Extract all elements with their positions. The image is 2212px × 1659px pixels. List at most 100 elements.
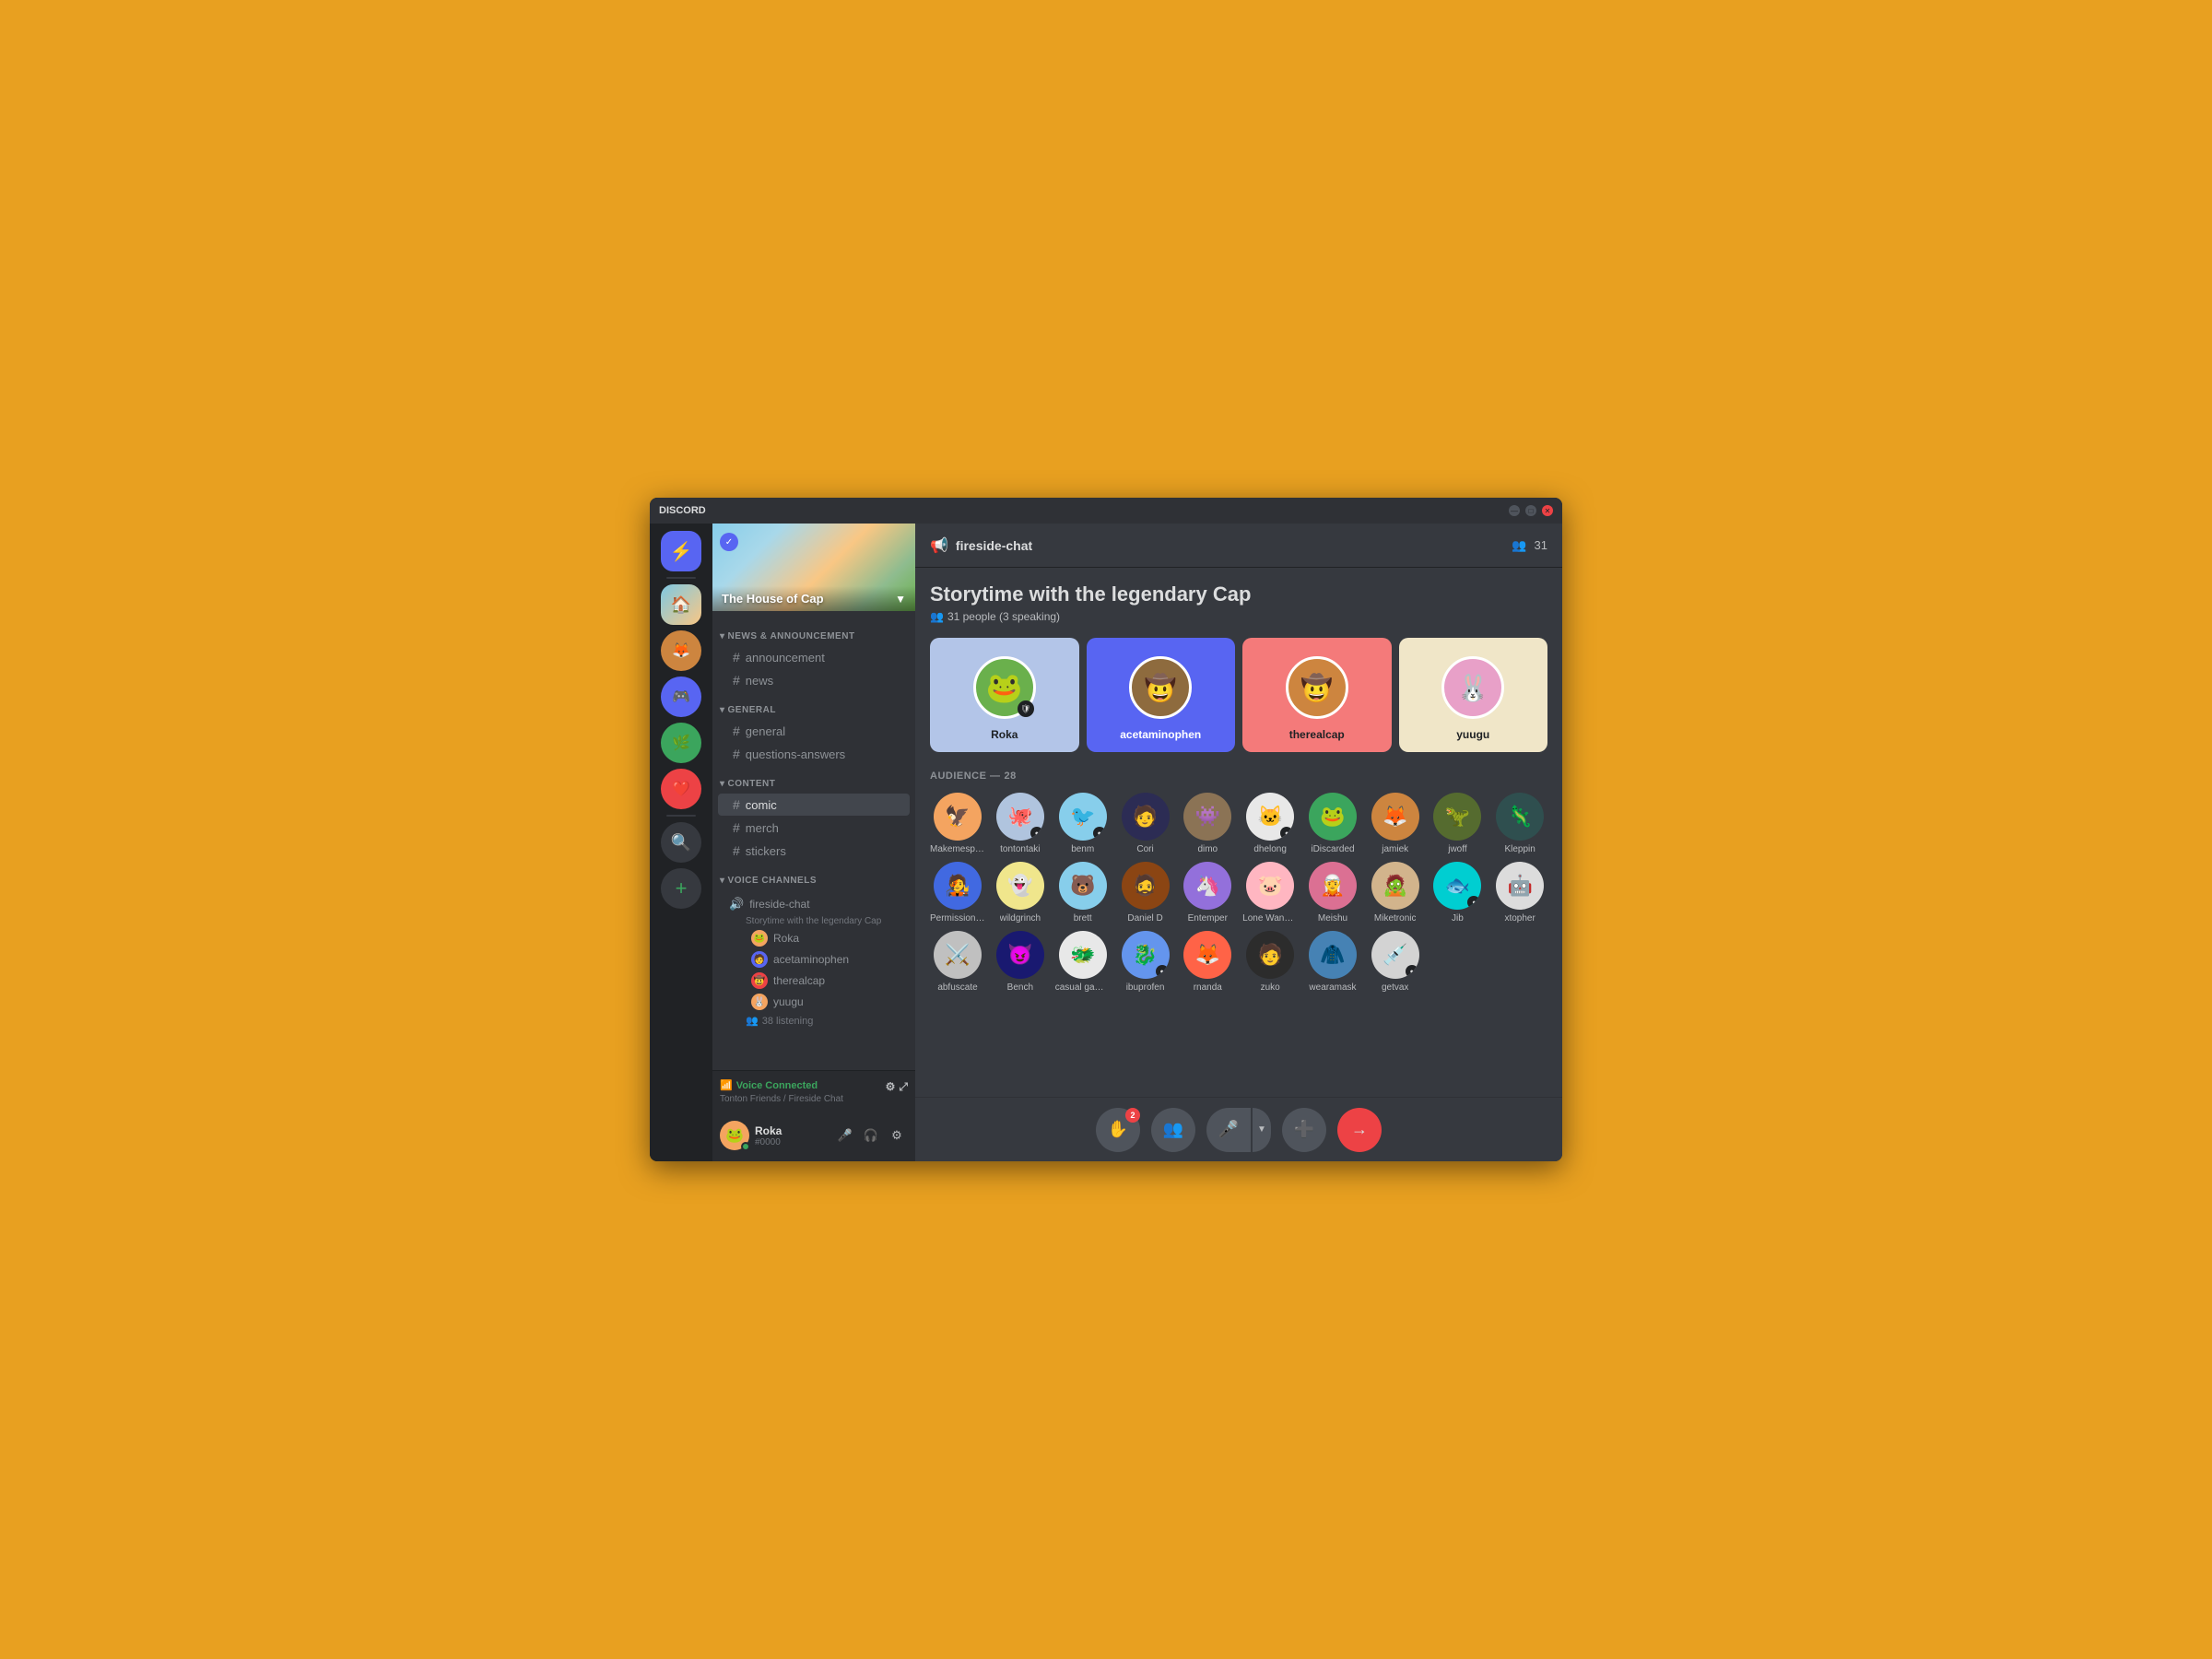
server-icon-3[interactable]: 🌿 [661,723,701,763]
audience-avatar: 🦎 [1496,793,1544,841]
channel-stickers[interactable]: # stickers [718,840,910,862]
voice-connected-banner: 📶 Voice Connected ⚙ ⤢ Tonton Friends / F… [712,1070,915,1110]
voice-settings-icon[interactable]: ⚙ [886,1080,896,1094]
voice-user-name-acetaminophen: acetaminophen [773,953,849,966]
audience-member[interactable]: 🦄 Entemper [1180,862,1235,924]
channel-general[interactable]: # general [718,720,910,742]
audience-avatar: 💉 ● [1371,931,1419,979]
server-icon-4[interactable]: ❤️ [661,769,701,809]
category-voice-channels[interactable]: ▾ VOICE CHANNELS [712,863,915,889]
members-button[interactable]: 👥 [1151,1108,1195,1152]
voice-user-name-yuugu: yuugu [773,995,804,1008]
voice-channel-fireside: 🔊 fireside-chat Storytime with the legen… [712,893,915,1029]
channel-news[interactable]: # news [718,669,910,691]
speaker-card-yuugu: 🐰 yuugu [1399,638,1548,752]
raise-hand-button[interactable]: ✋ 2 [1096,1108,1140,1152]
audience-member[interactable]: 👾 dimo [1180,793,1235,854]
audience-member[interactable]: ⚔️ abfuscate [930,931,985,993]
deafen-button[interactable]: 🎧 [860,1124,882,1147]
audience-member[interactable]: 🐉 ● ibuprofen [1118,931,1173,993]
channel-merch[interactable]: # merch [718,817,910,839]
explore-servers-button[interactable]: 🔍 [661,822,701,863]
audience-status-badge: ● [1467,896,1480,909]
category-news-announcement[interactable]: ▾ NEWS & ANNOUNCEMENT [712,618,915,645]
channel-name: news [746,674,773,688]
audience-status-badge: ● [1093,827,1106,840]
speakers-grid: 🐸 🛡 Roka 🤠 acetaminophen [930,638,1547,752]
maximize-button[interactable]: □ [1525,505,1536,516]
add-server-button[interactable]: + [661,868,701,909]
voice-user-roka[interactable]: 🐸 Roka [718,928,910,948]
user-info: Roka #0000 [755,1124,829,1147]
voice-channel-name-fireside[interactable]: 🔊 fireside-chat [718,893,910,915]
audience-member[interactable]: 👻 wildgrinch [993,862,1048,924]
speaker-avatar-wrap-therealcap: 🤠 [1286,656,1348,719]
audience-member[interactable]: 🧥 wearamask [1305,931,1360,993]
audience-member[interactable]: 🧑 Cori [1118,793,1173,854]
audience-member[interactable]: 🦖 jwoff [1430,793,1486,854]
audience-member[interactable]: 🐸 iDiscarded [1305,793,1360,854]
voice-user-yuugu[interactable]: 🐰 yuugu [718,992,910,1012]
mic-chevron[interactable]: ▼ [1253,1108,1271,1152]
discord-home-icon[interactable]: ⚡ [661,531,701,571]
audience-member[interactable]: 🦊 jamiek [1368,793,1423,854]
add-speaker-button[interactable]: ➕ [1282,1108,1326,1152]
channel-comic[interactable]: # comic [718,794,910,816]
mic-button[interactable]: 🎤 [1206,1108,1251,1152]
audience-member[interactable]: 🐦 ● benm [1055,793,1111,854]
voice-user-therealcap[interactable]: 🤠 therealcap [718,971,910,991]
close-button[interactable]: ✕ [1542,505,1553,516]
audience-avatar: 🐸 [1309,793,1357,841]
audience-member[interactable]: 🐱 ● dhelong [1242,793,1298,854]
audience-avatar: 😈 [996,931,1044,979]
voice-channel-label: fireside-chat [749,898,809,911]
hash-icon: # [733,797,740,812]
member-count-icon: 👥 [1512,538,1526,553]
people-icon: 👥 [930,610,944,623]
audience-member[interactable]: 🐙 ● tontontaki [993,793,1048,854]
audience-member-name: iDiscarded [1311,844,1354,854]
speaker-name-yuugu: yuugu [1456,728,1489,741]
mute-button[interactable]: 🎤 [834,1124,856,1147]
voice-channel-subtitle: Storytime with the legendary Cap [712,916,915,926]
audience-avatar: 🐱 ● [1246,793,1294,841]
minimize-button[interactable]: — [1509,505,1520,516]
audience-status-badge: ● [1156,965,1169,978]
audience-member[interactable]: 🐲 casual gamer [1055,931,1111,993]
speaker-card-acetaminophen: 🤠 acetaminophen [1087,638,1236,752]
server-icon-house-of-cap[interactable]: 🏠 [661,584,701,625]
speaker-name-roka: Roka [991,728,1018,741]
voice-expand-icon[interactable]: ⤢ [899,1080,908,1094]
mic-icon: 🎤 [1218,1120,1239,1139]
members-icon: 👥 [1163,1120,1183,1139]
audience-member[interactable]: 😈 Bench [993,931,1048,993]
channel-questions-answers[interactable]: # questions-answers [718,743,910,765]
channel-announcement[interactable]: # announcement [718,646,910,668]
audience-member[interactable]: 🐷 Lone Wanderer [1242,862,1298,924]
settings-button[interactable]: ⚙ [886,1124,908,1147]
category-general[interactable]: ▾ GENERAL [712,692,915,719]
audience-member[interactable]: 🐟 ● Jib [1430,862,1486,924]
audience-member-name: Meishu [1318,913,1347,924]
leave-stage-button[interactable]: → [1337,1108,1382,1152]
audience-member[interactable]: 🧔 Daniel D [1118,862,1173,924]
server-header[interactable]: ✓ The House of Cap ▼ [712,524,915,611]
speaker-avatar-wrap-roka: 🐸 🛡 [973,656,1036,719]
server-icon-2[interactable]: 🎮 [661,677,701,717]
category-content[interactable]: ▾ CONTENT [712,766,915,793]
audience-member[interactable]: 🤖 xtopher [1492,862,1547,924]
audience-member[interactable]: 🧑‍🎤 Permission Man [930,862,985,924]
audience-member[interactable]: 🐻 brett [1055,862,1111,924]
audience-member[interactable]: 💉 ● getvax [1368,931,1423,993]
audience-member[interactable]: 🦅 Makemespeakrr [930,793,985,854]
audience-avatar: 🐻 [1059,862,1107,910]
voice-user-acetaminophen[interactable]: 🧑 acetaminophen [718,949,910,970]
audience-member[interactable]: 🦊 rnanda [1180,931,1235,993]
audience-member[interactable]: 🦎 Kleppin [1492,793,1547,854]
audience-member[interactable]: 🧟 Miketronic [1368,862,1423,924]
category-label: VOICE CHANNELS [728,876,817,886]
server-icon-1[interactable]: 🦊 [661,630,701,671]
audience-member[interactable]: 🧝 Meishu [1305,862,1360,924]
audience-member[interactable]: 🧑 zuko [1242,931,1298,993]
voice-user-name-therealcap: therealcap [773,974,825,987]
